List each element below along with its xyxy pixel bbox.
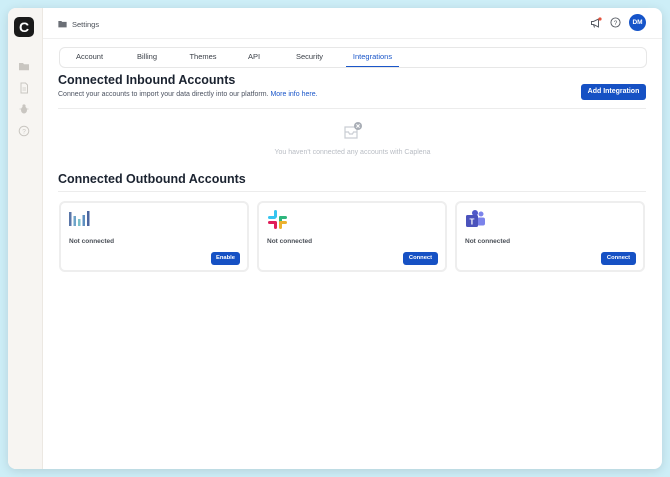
svg-text:T: T <box>470 218 475 227</box>
svg-text:?: ? <box>22 128 26 135</box>
inbound-subtitle: Connect your accounts to import your dat… <box>58 91 318 98</box>
folder-icon <box>58 21 67 28</box>
slack-logo-icon <box>268 210 287 229</box>
add-integration-button[interactable]: Add Integration <box>581 84 646 100</box>
empty-inbox-icon <box>344 122 362 139</box>
inbound-subtitle-text: Connect your accounts to import your dat… <box>58 91 269 98</box>
top-icons: ? DM <box>590 14 646 31</box>
settings-tabs: Account Billing Themes API Security Inte… <box>59 47 647 68</box>
integration-card-mentimeter: Not connected Enable <box>59 201 249 272</box>
teams-logo-icon: T <box>466 210 485 227</box>
caplena-logo[interactable]: C <box>14 17 34 37</box>
connection-status: Not connected <box>267 238 313 245</box>
mentimeter-logo-icon <box>69 211 90 226</box>
svg-text:?: ? <box>614 20 618 27</box>
tab-security[interactable]: Security <box>277 48 342 67</box>
divider <box>58 191 646 192</box>
bug-icon[interactable] <box>18 103 30 115</box>
enable-button[interactable]: Enable <box>211 252 240 265</box>
tab-billing[interactable]: Billing <box>119 48 175 67</box>
tab-themes[interactable]: Themes <box>175 48 231 67</box>
main-content: Settings ? DM Account Billing Themes API <box>43 8 662 469</box>
notification-dot <box>598 16 602 21</box>
inbound-title: Connected Inbound Accounts <box>58 73 236 87</box>
tab-integrations[interactable]: Integrations <box>346 48 399 67</box>
help-icon[interactable]: ? <box>610 17 621 28</box>
connect-button[interactable]: Connect <box>601 252 636 265</box>
integration-card-teams: T Not connected Connect <box>455 201 645 272</box>
user-avatar[interactable]: DM <box>629 14 646 31</box>
connection-status: Not connected <box>69 238 115 245</box>
breadcrumb-label: Settings <box>72 19 100 29</box>
folder-icon[interactable] <box>18 60 30 72</box>
app-window: C ? Settings ? DM Account Billing Themes… <box>8 8 662 469</box>
announcement-icon[interactable] <box>590 16 602 29</box>
connection-status: Not connected <box>465 238 511 245</box>
help-circle-icon[interactable]: ? <box>18 125 30 137</box>
top-bar: Settings ? DM <box>43 8 662 39</box>
document-icon[interactable] <box>18 82 30 94</box>
empty-state-text: You haven't connected any accounts with … <box>274 149 431 156</box>
connect-button[interactable]: Connect <box>403 252 438 265</box>
tab-account[interactable]: Account <box>60 48 119 67</box>
divider <box>58 108 646 109</box>
more-info-link[interactable]: More info here. <box>270 91 317 98</box>
integration-card-slack: Not connected Connect <box>257 201 447 272</box>
sidebar: C ? <box>8 8 43 469</box>
breadcrumb: Settings <box>58 18 99 30</box>
tab-api[interactable]: API <box>231 48 277 67</box>
outbound-title: Connected Outbound Accounts <box>58 172 246 186</box>
